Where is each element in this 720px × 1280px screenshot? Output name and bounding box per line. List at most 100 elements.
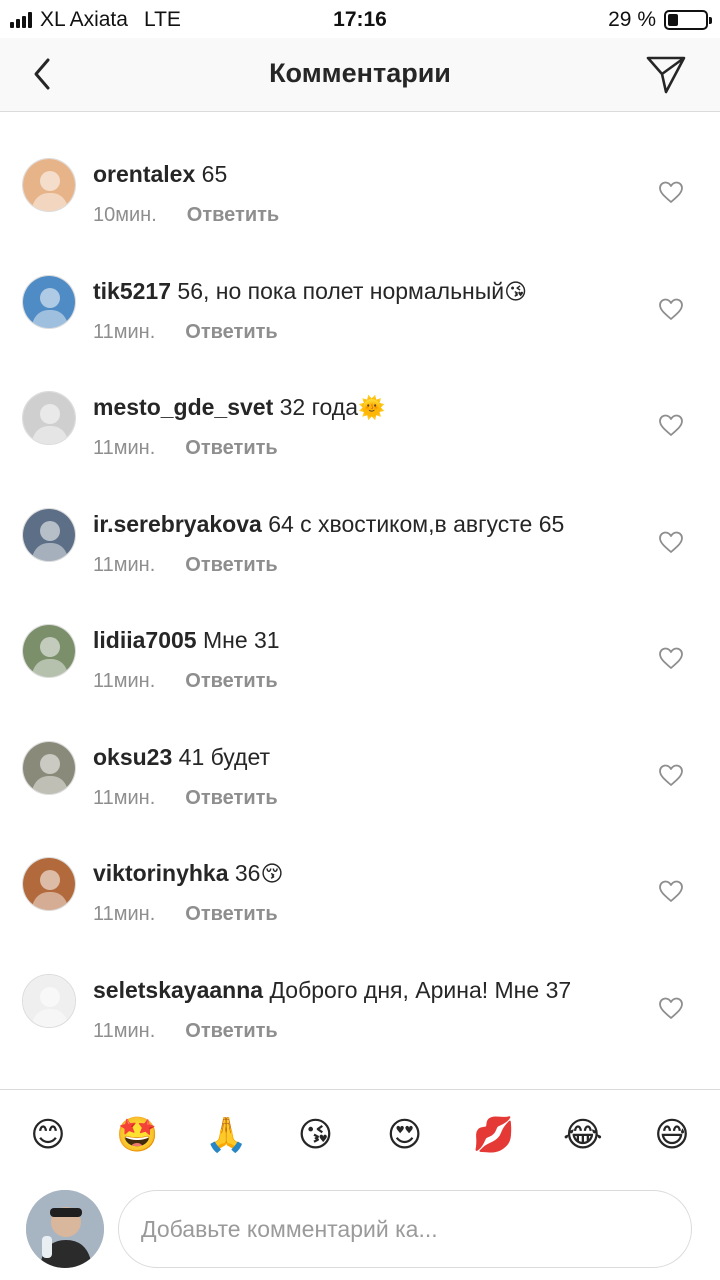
comment-time: 11мин. — [93, 670, 156, 692]
comment-meta: 11мин. Ответить — [93, 903, 278, 926]
comment-avatar[interactable] — [22, 624, 76, 678]
reply-button[interactable]: Ответить — [185, 903, 277, 926]
reply-button[interactable]: Ответить — [185, 787, 277, 810]
comment-emoji: 😚 — [260, 862, 284, 887]
comment-time: 11мин. — [93, 903, 156, 925]
comment-username[interactable]: oksu23 — [93, 744, 172, 770]
comment-body: 65 — [201, 161, 228, 187]
comment-item: oksu23 41 будет 11мин. Ответить — [0, 695, 720, 812]
comment-meta: 11мин. Ответить — [93, 670, 278, 693]
comment-input[interactable] — [118, 1190, 692, 1268]
comment-meta: 11мин. Ответить — [93, 437, 278, 460]
comment-item: lidiia7005 Мне 31 11мин. Ответить — [0, 578, 720, 695]
emoji-button[interactable]: 🙏 — [202, 1111, 250, 1159]
emoji-quick-bar: 😊 🤩 🙏 😘 😍 💋 😂 😅 — [0, 1089, 720, 1179]
comment-username[interactable]: viktorinyhka — [93, 860, 229, 886]
paper-plane-icon — [646, 56, 686, 94]
comment-time: 10мин. — [93, 204, 157, 226]
comment-username[interactable]: lidiia7005 — [93, 627, 197, 653]
comment-avatar[interactable] — [22, 507, 76, 562]
heart-icon — [659, 181, 683, 203]
comment-username[interactable]: seletskayaanna — [93, 977, 263, 1003]
reply-button[interactable]: Ответить — [185, 670, 277, 693]
page-title: Комментарии — [269, 58, 451, 88]
emoji-button[interactable]: 😘 — [291, 1111, 339, 1159]
heart-icon — [659, 764, 683, 786]
comment-username[interactable]: orentalex — [93, 161, 195, 187]
comment-body: 41 будет — [178, 743, 271, 770]
reply-button[interactable]: Ответить — [185, 437, 277, 460]
like-button[interactable] — [658, 530, 684, 554]
like-button[interactable] — [658, 180, 684, 204]
comment-meta: 11мин. Ответить — [93, 554, 278, 577]
like-button[interactable] — [658, 879, 684, 903]
emoji-button[interactable]: 😂 — [559, 1111, 607, 1159]
comment-item: orentalex 65 10мин. Ответить — [0, 112, 720, 229]
heart-icon — [659, 298, 683, 320]
comment-composer — [0, 1182, 720, 1280]
comment-time: 11мин. — [93, 1019, 156, 1042]
comment-body: Мне 31 — [202, 627, 280, 653]
comment-meta: 11мин. Ответить — [93, 1020, 278, 1043]
comment-meta: 11мин. Ответить — [93, 787, 278, 810]
battery-info: 29 % — [608, 8, 712, 32]
emoji-button[interactable]: 🤩 — [113, 1111, 161, 1159]
reply-button[interactable]: Ответить — [187, 204, 279, 227]
comment-text: mesto_gde_svet 32 года🌞 — [93, 393, 630, 423]
comment-username[interactable]: ir.serebryakova — [93, 511, 262, 537]
comment-text: lidiia7005 Мне 31 — [93, 626, 630, 656]
like-button[interactable] — [658, 646, 684, 670]
like-button[interactable] — [658, 996, 684, 1020]
comment-body: Доброго дня, Арина! Мне 37 — [269, 976, 572, 1003]
comment-avatar[interactable] — [22, 740, 76, 795]
heart-icon — [659, 531, 683, 553]
battery-fill — [668, 14, 679, 26]
comment-meta: 10мин. Ответить — [93, 204, 279, 227]
nav-header: Комментарии — [0, 38, 720, 112]
battery-icon — [664, 10, 712, 30]
comment-avatar[interactable] — [22, 857, 76, 911]
comment-item: tik5217 56, но пока полет нормальный😘 11… — [0, 229, 720, 346]
like-button[interactable] — [658, 413, 684, 437]
comment-avatar[interactable] — [22, 973, 76, 1028]
emoji-button[interactable]: 😅 — [648, 1111, 696, 1159]
heart-icon — [659, 414, 683, 436]
comment-text: tik5217 56, но пока полет нормальный😘 — [93, 277, 630, 307]
like-button[interactable] — [658, 763, 684, 787]
comment-text: ir.serebryakova 64 с хвостиком,в августе… — [93, 510, 630, 540]
comment-time: 11мин. — [93, 320, 156, 343]
comment-avatar[interactable] — [22, 391, 76, 445]
comment-body: 32 года — [279, 394, 358, 420]
comment-body: 56, но пока полет нормальный — [177, 277, 505, 304]
battery-percent: 29 % — [608, 8, 656, 31]
reply-button[interactable]: Ответить — [185, 321, 277, 344]
heart-icon — [659, 880, 683, 902]
status-bar: XL Axiata LTE 17:16 29 % — [0, 0, 720, 38]
comment-username[interactable]: tik5217 — [93, 278, 171, 304]
comment-time: 11мин. — [93, 553, 156, 576]
emoji-button[interactable]: 😊 — [24, 1111, 72, 1159]
like-button[interactable] — [658, 297, 684, 321]
comment-item: ir.serebryakova 64 с хвостиком,в августе… — [0, 462, 720, 579]
emoji-button[interactable]: 💋 — [470, 1111, 518, 1159]
reply-button[interactable]: Ответить — [185, 554, 277, 577]
comment-emoji: 🌞 — [358, 396, 386, 421]
comment-text: orentalex 65 — [93, 160, 630, 190]
share-button[interactable] — [644, 52, 688, 96]
emoji-button[interactable]: 😍 — [381, 1111, 429, 1159]
reply-button[interactable]: Ответить — [185, 1020, 277, 1043]
comment-body: 36 — [234, 860, 261, 886]
comment-time: 11мин. — [93, 437, 156, 459]
comment-avatar[interactable] — [22, 274, 76, 329]
comment-avatar[interactable] — [22, 158, 76, 212]
comment-emoji: 😘 — [504, 279, 528, 305]
comment-item: mesto_gde_svet 32 года🌞 11мин. Ответить — [0, 345, 720, 462]
comment-text: seletskayaanna Доброго дня, Арина! Мне 3… — [93, 976, 630, 1006]
comment-username[interactable]: mesto_gde_svet — [93, 394, 273, 420]
heart-icon — [659, 647, 683, 669]
current-user-avatar — [26, 1190, 104, 1268]
comment-list: orentalex 65 10мин. Ответить tik5217 56,… — [0, 112, 720, 1044]
comment-item: seletskayaanna Доброго дня, Арина! Мне 3… — [0, 928, 720, 1045]
comment-item: viktorinyhka 36😚 11мин. Ответить — [0, 811, 720, 928]
comment-time: 11мин. — [93, 786, 156, 809]
